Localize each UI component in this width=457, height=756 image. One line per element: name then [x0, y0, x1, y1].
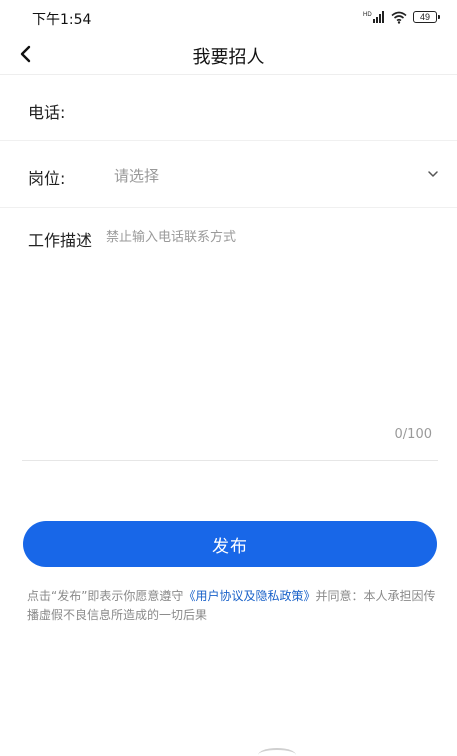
recruit-screen: 下午1:54 HD 49 我要招人 电话: 岗位: 请选择 工作描述 禁止输入电… — [0, 0, 457, 756]
phone-label: 电话: — [28, 103, 66, 122]
nav-bar: 我要招人 — [0, 34, 457, 75]
publish-button[interactable]: 发布 — [23, 521, 437, 567]
home-indicator — [258, 748, 296, 756]
wifi-icon — [391, 11, 407, 24]
status-time: 下午1:54 — [32, 12, 92, 28]
job-description-textarea[interactable] — [104, 226, 436, 419]
agreement-notice: 点击“发布”即表示你愿意遵守《用户协议及隐私政策》并同意：本人承担因传播虚假不良… — [27, 587, 437, 625]
phone-input[interactable] — [92, 91, 426, 127]
job-description-label: 工作描述 — [28, 231, 93, 250]
job-description-section: 工作描述 0/100 — [22, 208, 438, 461]
position-label: 岗位: — [28, 169, 66, 188]
position-row: 岗位: 请选择 — [0, 141, 457, 208]
position-placeholder: 请选择 — [114, 167, 160, 185]
user-agreement-link[interactable]: 《用户协议及隐私政策》 — [183, 589, 315, 603]
phone-row: 电话: — [0, 75, 457, 141]
char-counter: 0/100 — [394, 427, 432, 442]
battery-icon: 49 — [413, 11, 440, 23]
chevron-down-icon — [428, 171, 438, 177]
signal-icon: HD — [363, 10, 385, 24]
network-label: HD — [363, 12, 372, 18]
position-select[interactable]: 请选择 — [90, 155, 440, 193]
agreement-prefix: 点击“发布”即表示你愿意遵守 — [27, 589, 184, 603]
status-icons: HD 49 — [363, 8, 440, 26]
status-bar: 下午1:54 HD 49 — [0, 0, 457, 34]
page-title: 我要招人 — [192, 47, 265, 68]
